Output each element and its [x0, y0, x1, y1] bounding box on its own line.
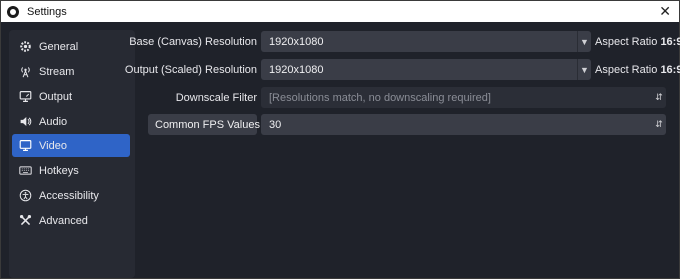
output-resolution-combo[interactable]: 1920x1080 ▼ [261, 59, 591, 80]
sidebar-item-label: Output [39, 90, 73, 103]
keyboard-icon [18, 164, 32, 178]
sidebar-item-video[interactable]: Video [12, 134, 130, 157]
settings-window: Settings ✕ General Stream Output Audio V… [0, 0, 680, 279]
gear-icon [18, 40, 32, 54]
sidebar-item-label: Audio [39, 115, 68, 128]
antenna-icon [18, 65, 32, 79]
sidebar-item-label: Stream [39, 65, 75, 78]
base-resolution-label: Base (Canvas) Resolution [129, 36, 257, 48]
chevron-down-icon: ▼ [577, 59, 591, 80]
updown-arrows-icon: ⇵ [655, 92, 663, 102]
aspect-ratio-label: Aspect Ratio [595, 36, 658, 48]
sidebar-item-stream[interactable]: Stream [12, 60, 130, 83]
downscale-filter-value: [Resolutions match, no downscaling requi… [269, 91, 491, 104]
updown-arrows-icon: ⇵ [655, 119, 663, 129]
aspect-ratio-value: 16:9 [660, 36, 680, 48]
downscale-filter-select[interactable]: [Resolutions match, no downscaling requi… [261, 87, 666, 108]
title-bar: Settings ✕ [1, 1, 679, 22]
downscale-filter-label: Downscale Filter [175, 92, 257, 104]
sidebar-item-general[interactable]: General [12, 35, 130, 58]
fps-value: 30 [269, 118, 282, 131]
sidebar-item-hotkeys[interactable]: Hotkeys [12, 159, 130, 182]
aspect-ratio-label: Aspect Ratio [595, 64, 658, 76]
accessibility-icon [18, 189, 32, 203]
sidebar-item-label: Accessibility [39, 189, 99, 202]
speaker-icon [18, 115, 32, 129]
sidebar-item-advanced[interactable]: Advanced [12, 209, 130, 232]
fps-mode-value: Common FPS Values [155, 118, 260, 131]
aspect-ratio-value: 16:9 [660, 64, 680, 76]
monitor-icon [18, 139, 32, 153]
fps-mode-select[interactable]: Common FPS Values ⇵ [148, 114, 272, 135]
sidebar-item-label: Advanced [39, 214, 88, 227]
base-resolution-value: 1920x1080 [269, 35, 324, 48]
close-icon[interactable]: ✕ [659, 3, 671, 19]
sidebar-item-audio[interactable]: Audio [12, 110, 130, 133]
sidebar-item-accessibility[interactable]: Accessibility [12, 184, 130, 207]
sidebar-item-label: Hotkeys [39, 164, 79, 177]
output-resolution-value: 1920x1080 [269, 63, 324, 76]
tools-icon [18, 214, 32, 228]
chevron-down-icon: ▼ [577, 31, 591, 52]
window-title: Settings [27, 5, 67, 18]
settings-sidebar: General Stream Output Audio Video Hotkey… [9, 30, 135, 278]
sidebar-item-label: General [39, 40, 79, 53]
video-settings-panel: Base (Canvas) Resolution 1920x1080 ▼ Asp… [125, 30, 680, 278]
sidebar-item-label: Video [39, 139, 67, 152]
base-aspect-ratio: Aspect Ratio 16:9 [595, 36, 680, 48]
output-resolution-label: Output (Scaled) Resolution [124, 64, 257, 76]
sidebar-item-output[interactable]: Output [12, 85, 130, 108]
base-resolution-combo[interactable]: 1920x1080 ▼ [261, 31, 591, 52]
monitor-output-icon [18, 90, 32, 104]
output-aspect-ratio: Aspect Ratio 16:9 [595, 64, 680, 76]
fps-value-select[interactable]: 30 ⇵ [261, 114, 666, 135]
obs-logo-icon [7, 5, 19, 18]
